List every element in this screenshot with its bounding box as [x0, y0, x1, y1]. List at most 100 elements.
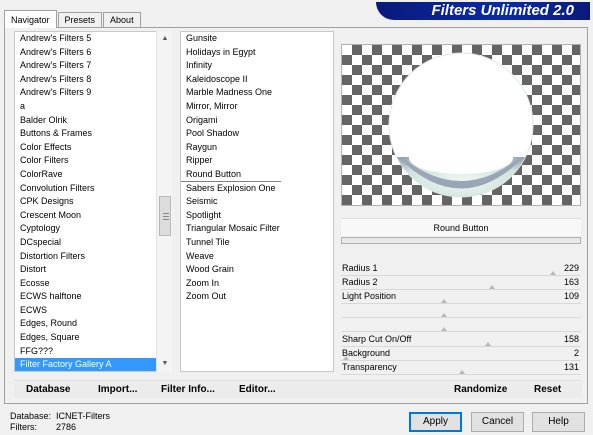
param-slider-row[interactable]: Radius 2 163: [341, 276, 581, 290]
category-item[interactable]: Convolution Filters: [15, 182, 171, 196]
filter-item[interactable]: Pool Shadow: [181, 127, 333, 141]
param-value: 163: [563, 277, 579, 287]
filter-item[interactable]: Round Button: [181, 168, 281, 182]
slider-thumb-icon[interactable]: [489, 285, 495, 289]
category-item[interactable]: ECWS: [15, 304, 171, 318]
param-label: Radius 1: [342, 263, 378, 273]
round-button-preview-image: [388, 52, 534, 198]
category-item[interactable]: Andrew's Filters 9: [15, 86, 171, 100]
tab-about[interactable]: About: [103, 12, 141, 28]
category-item[interactable]: Filter Factory Gallery A: [15, 358, 171, 371]
database-value: ICNET-Filters: [56, 411, 110, 421]
category-item[interactable]: FFG???: [15, 345, 171, 359]
category-item[interactable]: ECWS halftone: [15, 290, 171, 304]
filters-count-label: Filters:: [10, 422, 37, 432]
param-slider-row[interactable]: [341, 318, 581, 332]
category-item[interactable]: Crescent Moon: [15, 209, 171, 223]
category-item[interactable]: Color Effects: [15, 141, 171, 155]
filter-item[interactable]: Wood Grain: [181, 263, 333, 277]
scroll-up-arrow-icon[interactable]: ▲: [157, 31, 173, 47]
filter-item[interactable]: Origami: [181, 114, 333, 128]
category-item[interactable]: Andrew's Filters 6: [15, 46, 171, 60]
param-label: Light Position: [342, 291, 397, 301]
param-value: 109: [563, 291, 579, 301]
filter-info-button[interactable]: Filter Info...: [161, 384, 215, 395]
param-slider-row[interactable]: Radius 1 229: [341, 262, 581, 276]
param-slider-row[interactable]: Light Position 109: [341, 290, 581, 304]
filter-item[interactable]: Holidays in Egypt: [181, 46, 333, 60]
param-label: Sharp Cut On/Off: [342, 334, 412, 344]
category-item[interactable]: Edges, Square: [15, 331, 171, 345]
param-label: Radius 2: [342, 277, 378, 287]
slider-thumb-icon[interactable]: [441, 327, 447, 331]
filter-item[interactable]: Zoom In: [181, 277, 333, 291]
category-item[interactable]: Cyptology: [15, 222, 171, 236]
app-title-banner: Filters Unlimited 2.0: [376, 2, 590, 20]
editor-button[interactable]: Editor...: [239, 384, 276, 395]
slider-thumb-icon[interactable]: [441, 299, 447, 303]
filter-item[interactable]: Kaleidoscope II: [181, 73, 333, 87]
category-list[interactable]: Andrew's Filters 5 Andrew's Filters 6 Andr…: [14, 31, 172, 372]
param-slider-row[interactable]: [341, 304, 581, 318]
filter-item[interactable]: Ripper: [181, 154, 333, 168]
category-item[interactable]: Andrew's Filters 5: [15, 32, 171, 46]
apply-button[interactable]: Apply: [409, 412, 462, 432]
filter-item[interactable]: Tunnel Tile: [181, 236, 333, 250]
filter-item[interactable]: Infinity: [181, 59, 333, 73]
scroll-thumb[interactable]: [159, 196, 171, 236]
category-item[interactable]: Distort: [15, 263, 171, 277]
filter-item[interactable]: Mirror, Mirror: [181, 100, 333, 114]
filter-item[interactable]: Gunsite: [181, 32, 333, 46]
category-item[interactable]: Balder Olrik: [15, 114, 171, 128]
slider-thumb-icon[interactable]: [441, 313, 447, 317]
category-item[interactable]: Andrew's Filters 8: [15, 73, 171, 87]
filter-item[interactable]: Raygun: [181, 141, 333, 155]
tab-navigator[interactable]: Navigator: [4, 10, 57, 28]
category-item[interactable]: Edges, Round: [15, 317, 171, 331]
database-label: Database:: [10, 411, 52, 421]
param-value: 131: [563, 362, 579, 372]
category-item[interactable]: Andrew's Filters 7: [15, 59, 171, 73]
slider-thumb-icon[interactable]: [459, 370, 465, 374]
filter-item[interactable]: Sabers Explosion One: [181, 182, 333, 196]
category-item[interactable]: CPK Designs: [15, 195, 171, 209]
filter-item[interactable]: Marble Madness One: [181, 86, 333, 100]
tab-presets[interactable]: Presets: [57, 12, 103, 28]
slider-thumb-icon[interactable]: [343, 356, 349, 360]
filter-item[interactable]: Triangular Mosaic Filter: [181, 222, 333, 236]
param-value: 229: [563, 263, 579, 273]
filter-item[interactable]: Spotlight: [181, 209, 333, 223]
grip-line: [163, 213, 169, 214]
category-item[interactable]: DCspecial: [15, 236, 171, 250]
param-slider-row[interactable]: Background 2: [341, 347, 581, 361]
database-button[interactable]: Database: [26, 384, 70, 395]
reset-button[interactable]: Reset: [534, 384, 561, 395]
param-slider-row[interactable]: Sharp Cut On/Off 158: [341, 333, 581, 347]
category-scrollbar[interactable]: ▲ ▼: [156, 31, 172, 372]
selected-filter-name: Round Button: [341, 218, 581, 236]
filter-item[interactable]: Weave: [181, 250, 333, 264]
scroll-down-arrow-icon[interactable]: ▼: [157, 356, 173, 372]
bottom-toolbar: Database Import... Filter Info... Editor…: [14, 380, 582, 398]
category-item[interactable]: Distortion Filters: [15, 250, 171, 264]
import-button[interactable]: Import...: [98, 384, 137, 395]
help-button[interactable]: Help: [532, 412, 585, 432]
param-slider-row[interactable]: Transparency 131: [341, 361, 581, 375]
category-item[interactable]: Ecosse: [15, 277, 171, 291]
param-value: 2: [573, 348, 579, 358]
param-label: Background: [342, 348, 391, 358]
cancel-button[interactable]: Cancel: [471, 412, 524, 432]
grip-line: [163, 219, 169, 220]
randomize-button[interactable]: Randomize: [454, 384, 507, 395]
filter-list[interactable]: Gunsite Holidays in Egypt Infinity Kaleidos…: [180, 31, 334, 372]
category-item[interactable]: ColorRave: [15, 168, 171, 182]
tab-bar: Navigator Presets About: [4, 10, 142, 28]
category-item[interactable]: a: [15, 100, 171, 114]
slider-thumb-icon[interactable]: [485, 342, 491, 346]
slider-thumb-icon[interactable]: [550, 271, 556, 275]
filter-item[interactable]: Zoom Out: [181, 290, 333, 304]
grip-line: [163, 216, 169, 217]
filter-item[interactable]: Seismic: [181, 195, 333, 209]
category-item[interactable]: Color Filters: [15, 154, 171, 168]
category-item[interactable]: Buttons & Frames: [15, 127, 171, 141]
